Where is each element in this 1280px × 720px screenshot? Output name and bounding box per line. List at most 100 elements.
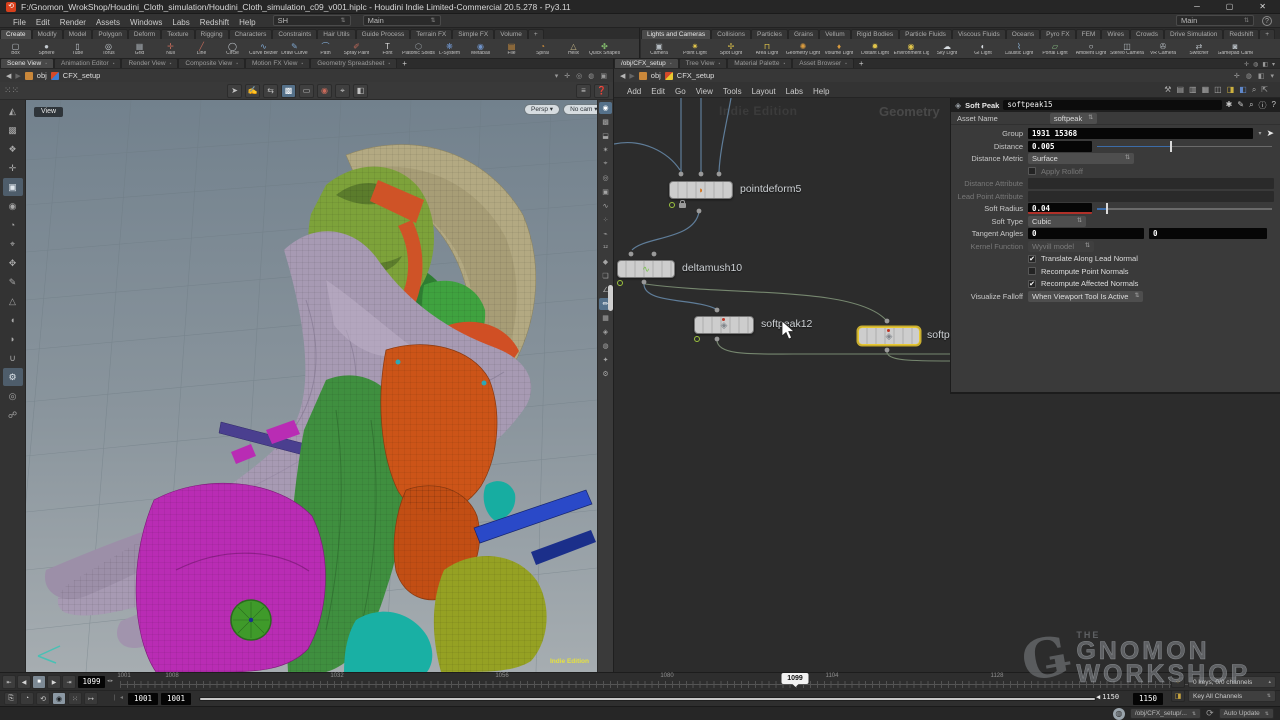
menu-item[interactable]: Render <box>55 17 91 28</box>
shelf-tool[interactable]: ◐GI Light <box>965 39 1001 58</box>
shelf-tool[interactable]: ♦Volume Light <box>821 39 857 58</box>
shelf-tab[interactable]: Grains <box>788 29 819 39</box>
network-menu-item[interactable]: Go <box>670 87 691 96</box>
shelf-tool[interactable]: ◎Torus <box>93 39 124 58</box>
pane-tab-menu-icon[interactable]: ▪ <box>670 61 672 67</box>
key-channels-icon[interactable]: ◨ <box>1171 690 1185 702</box>
scene-viewport[interactable] <box>26 100 597 672</box>
display-flag-icon[interactable] <box>617 280 623 286</box>
node-body[interactable]: ◈ <box>858 327 920 345</box>
pane-tab[interactable]: Geometry Spreadsheet▪ <box>310 58 397 68</box>
pathbar-icon[interactable]: ✛ <box>1234 72 1240 80</box>
shelf-tab[interactable]: Drive Simulation <box>1164 29 1223 39</box>
range-start2-input[interactable]: 1001 <box>161 693 191 705</box>
shelf-tab[interactable]: Redshift <box>1223 29 1259 39</box>
network-toolbar-icon[interactable]: ▦ <box>1202 85 1210 95</box>
new-pane-tab-button[interactable]: + <box>397 59 412 68</box>
group-dropdown-icon[interactable]: ▾ <box>1258 130 1261 137</box>
playbar-option-icon[interactable]: ↦ <box>84 692 98 705</box>
pane-tab[interactable]: Motion FX View▪ <box>245 58 310 68</box>
range-end-handle[interactable]: ◀1150 <box>1096 693 1119 701</box>
network-node[interactable]: ∿ deltamush10 <box>617 260 675 278</box>
display-option-icon[interactable]: ✶ <box>599 144 612 156</box>
distance-attribute-input[interactable] <box>1028 178 1274 189</box>
shelf-tab[interactable]: Particle Fluids <box>899 29 952 39</box>
shelf-tool[interactable]: ▦Grid <box>124 39 155 58</box>
breadcrumb-network[interactable]: CFX_setup <box>63 71 101 80</box>
viewport-tool-icon[interactable]: ▩ <box>281 84 296 98</box>
display-option-icon[interactable]: ◎ <box>599 172 612 184</box>
shelf-tab[interactable]: Guide Process <box>356 29 411 39</box>
display-option-icon[interactable]: ⚙ <box>599 368 612 380</box>
menu-item[interactable]: Assets <box>91 17 125 28</box>
shelf-tab[interactable]: Terrain FX <box>410 29 452 39</box>
network-toolbar-icon[interactable]: ◨ <box>1227 85 1235 95</box>
tool-icon[interactable]: ☍ <box>3 406 23 424</box>
shelf-tab[interactable]: Characters <box>229 29 273 39</box>
display-option-icon[interactable]: ◈ <box>599 326 612 338</box>
view-label[interactable]: View <box>34 107 63 117</box>
network-toolbar-icon[interactable]: ◧ <box>1239 85 1247 95</box>
shelf-tab[interactable]: Volume <box>494 29 528 39</box>
playbar-option-icon[interactable]: ⎘ <box>4 692 18 705</box>
shelf-tool[interactable]: ⬡Platonic Solids <box>403 39 434 58</box>
pane-tab[interactable]: /obj/CFX_setup▪ <box>614 58 679 68</box>
transport-button[interactable]: ■ <box>32 675 46 689</box>
shelf-tool[interactable]: ⌒Path <box>310 39 341 58</box>
range-start-input[interactable]: 1001 <box>128 693 158 705</box>
shelf-tool[interactable]: ✤Quick Shapes <box>589 39 620 58</box>
pane-tab-menu-icon[interactable]: ▪ <box>783 61 785 67</box>
menu-item[interactable]: Windows <box>125 17 167 28</box>
display-option-icon[interactable]: ▣ <box>599 186 612 198</box>
tangent-angle-1-input[interactable]: 0 <box>1028 228 1144 239</box>
shelf-tab[interactable]: + <box>1259 29 1275 39</box>
node-body[interactable]: ∿ <box>617 260 675 278</box>
parameter-header-icon[interactable]: ✱ <box>1226 100 1233 111</box>
menu-item[interactable]: Labs <box>167 17 194 28</box>
shelf-tab[interactable]: FEM <box>1076 29 1102 39</box>
apply-rolloff-checkbox[interactable] <box>1028 167 1036 175</box>
shelf-tab[interactable]: Vellum <box>819 29 851 39</box>
key-all-channels-select[interactable]: Key All Channels⇅ <box>1188 690 1276 702</box>
pane-control-icon[interactable]: ◧ <box>1262 61 1268 68</box>
viewport-tool-icon[interactable]: ✍ <box>245 84 260 98</box>
shelf-tab[interactable]: Collisions <box>711 29 751 39</box>
pane-tab-menu-icon[interactable]: ▪ <box>45 61 47 67</box>
pane-tab-menu-icon[interactable]: ▪ <box>301 61 303 67</box>
lead-point-attribute-input[interactable] <box>1028 191 1274 202</box>
back-icon[interactable]: ◀ <box>6 72 11 80</box>
tool-icon[interactable]: ◗ <box>3 330 23 348</box>
tool-icon[interactable]: ◎ <box>3 387 23 405</box>
playhead-marker[interactable]: 1099 <box>782 673 809 684</box>
tool-icon[interactable]: ⌖ <box>3 235 23 253</box>
pathbar-icon[interactable]: ◧ <box>1258 72 1265 80</box>
tool-icon[interactable]: ▣ <box>3 178 23 196</box>
viewport-tool-icon[interactable]: ◉ <box>317 84 332 98</box>
shelf-tool[interactable]: ◔Spiral <box>527 39 558 58</box>
menu-item[interactable]: File <box>8 17 31 28</box>
tool-icon[interactable]: ∪ <box>3 349 23 367</box>
shelf-tool[interactable]: ▢Box <box>0 39 31 58</box>
breadcrumb-network[interactable]: CFX_setup <box>677 71 715 80</box>
shelf-tab[interactable]: Lights and Cameras <box>641 29 711 39</box>
current-frame-input[interactable]: 1099 <box>78 676 105 688</box>
node-name-input[interactable]: softpeak15 <box>1003 100 1221 110</box>
timeline-ruler[interactable]: 1001100810321056108011041128 1099 <box>120 673 1276 691</box>
pathbar-icon[interactable]: ◎ <box>576 72 582 80</box>
shelf-tab[interactable]: Wires <box>1101 29 1130 39</box>
pane-tab[interactable]: Scene View▪ <box>0 58 54 68</box>
pathbar-icon[interactable]: ◍ <box>588 72 594 80</box>
pane-tab-menu-icon[interactable]: ▪ <box>113 61 115 67</box>
menu-item[interactable]: Edit <box>31 17 55 28</box>
network-menu-item[interactable]: Layout <box>747 87 781 96</box>
display-option-icon[interactable]: ¹² <box>599 242 612 254</box>
keyframe-icon[interactable]: ⁘ <box>1171 676 1185 688</box>
shelf-tab[interactable]: Hair Utils <box>317 29 355 39</box>
shelf-tool[interactable]: ✇VR Camera <box>1145 39 1181 58</box>
shelf-tab[interactable]: Modify <box>32 29 63 39</box>
keys-info-box[interactable]: 0 keys, 0/0 channels▴ <box>1188 676 1276 688</box>
tool-icon[interactable]: ✛ <box>3 159 23 177</box>
shelf-tab[interactable]: Rigid Bodies <box>851 29 900 39</box>
kernel-function-select[interactable]: Wyvill model⇅ <box>1028 241 1094 252</box>
tool-icon[interactable]: ✥ <box>3 254 23 272</box>
